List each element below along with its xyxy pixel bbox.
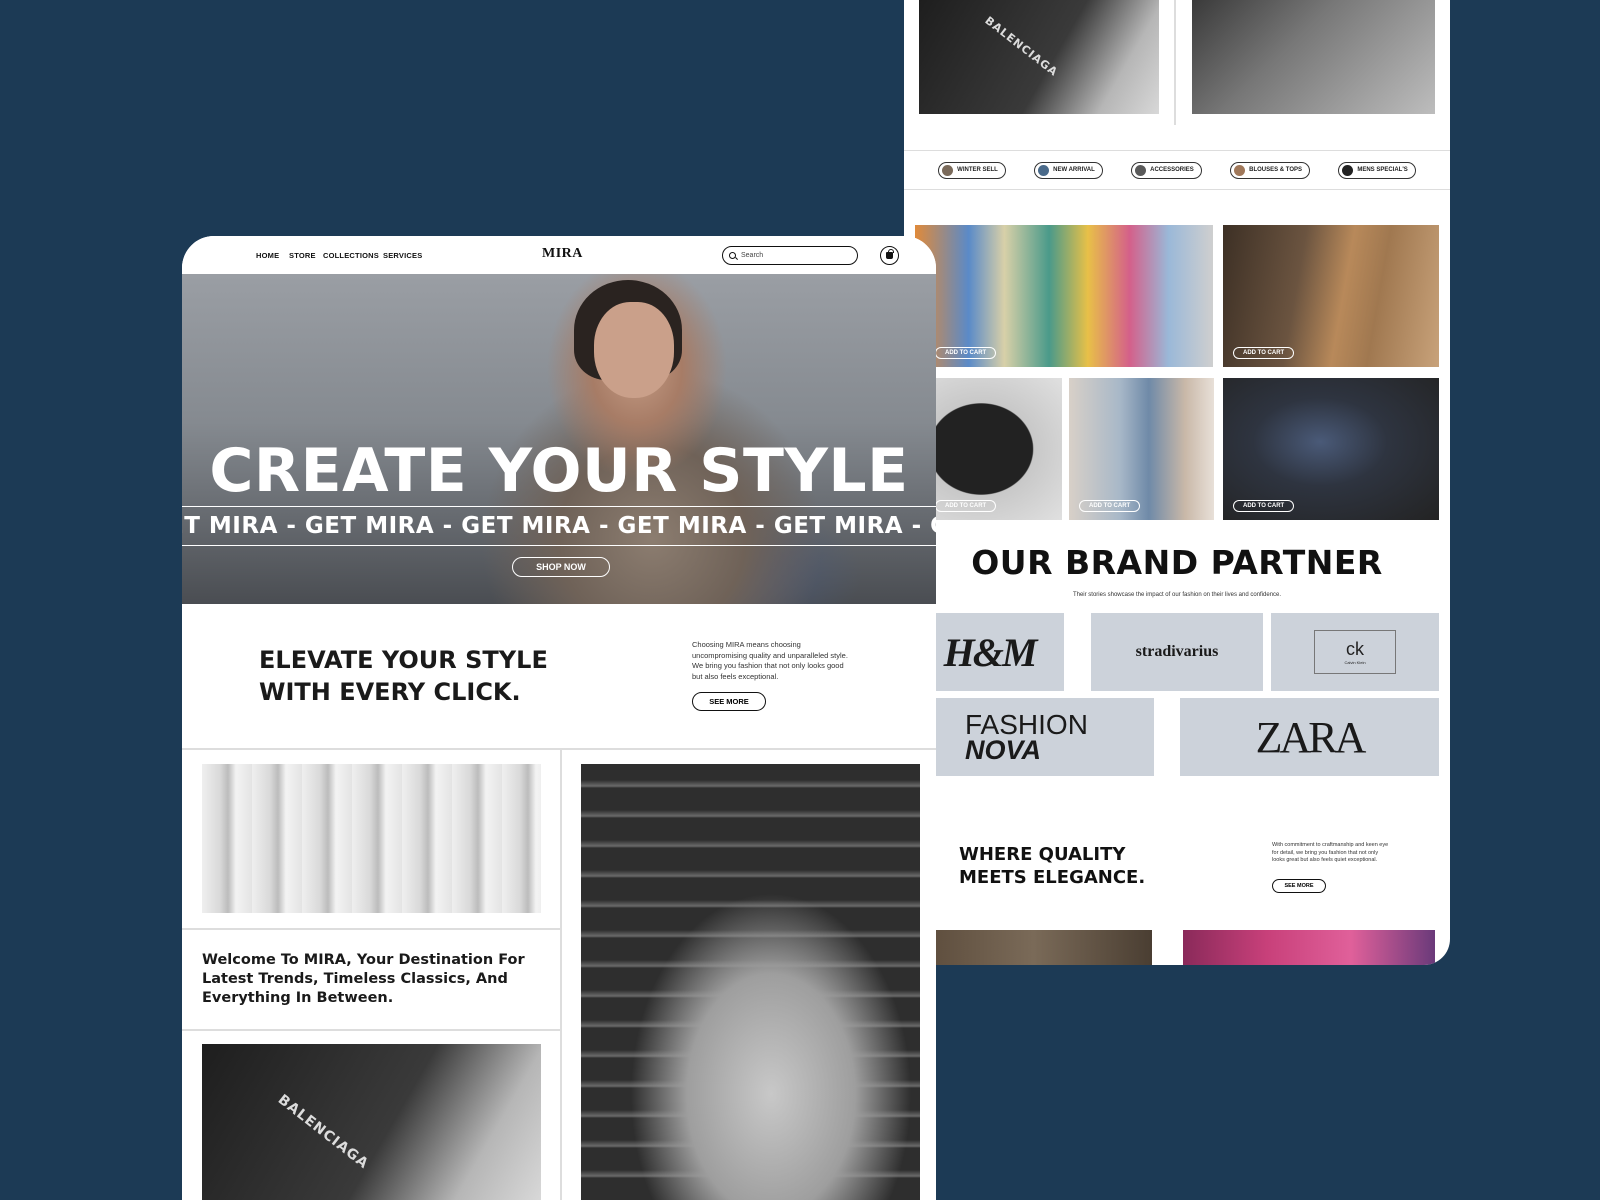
brand-name: H&M xyxy=(943,629,1038,675)
image-balenciaga-shirt[interactable]: BALENCIAGA xyxy=(202,1044,541,1200)
intro-heading-line1: ELEVATE YOUR STYLE xyxy=(259,646,548,674)
image-hoodie-model[interactable] xyxy=(581,764,920,1200)
hero-title: CREATE YOUR STYLE xyxy=(209,436,909,506)
intro-heading: ELEVATE YOUR STYLE WITH EVERY CLICK. xyxy=(259,644,548,708)
add-to-cart-button[interactable]: ADD TO CART xyxy=(1233,500,1295,512)
category-thumb-icon xyxy=(1342,164,1354,176)
add-to-cart-button[interactable]: ADD TO CART xyxy=(1079,500,1141,512)
balenciaga-logo: BALENCIAGA xyxy=(274,1091,372,1173)
nav-home[interactable]: HOME xyxy=(256,251,279,260)
search-placeholder: Search xyxy=(741,252,764,259)
intro-heading-line2: WITH EVERY CLICK. xyxy=(259,678,521,706)
category-label: MENS SPECIAL'S xyxy=(1357,167,1408,173)
quality-heading-line2: MEETS ELEGANCE. xyxy=(959,867,1146,888)
quality-heading: WHERE QUALITY MEETS ELEGANCE. xyxy=(959,843,1145,889)
cart-button[interactable] xyxy=(880,246,899,265)
product-image-accessories[interactable] xyxy=(915,930,1152,965)
category-label: WINTER SELL xyxy=(957,167,998,173)
brand-name: ck xyxy=(1346,639,1364,659)
product-image-streetwear[interactable] xyxy=(1183,930,1435,965)
category-thumb-icon xyxy=(1234,164,1246,176)
quality-description: With commitment to craftmanship and keen… xyxy=(1272,842,1389,863)
product-card-clothes-rack[interactable]: ADD TO CART xyxy=(915,225,1213,367)
brand-subname: Calvin Klein xyxy=(1344,660,1366,665)
marquee-text: ET MIRA - GET MIRA - GET MIRA - GET MIRA… xyxy=(182,513,936,539)
divider xyxy=(182,928,560,930)
secondary-page-panel: BALENCIAGA WINTER SELL NEW ARRIVAL ACCES… xyxy=(904,0,1450,965)
category-accessories[interactable]: ACCESSORIES xyxy=(1131,161,1202,179)
search-icon xyxy=(729,252,736,259)
image-white-clothes-rack[interactable] xyxy=(202,764,541,913)
intro-description: Choosing MIRA means choosing uncompromis… xyxy=(692,640,848,681)
brand-logo-stradivarius[interactable]: stradivarius xyxy=(1091,613,1263,691)
category-thumb-icon xyxy=(1038,164,1050,176)
product-card-denim-jacket[interactable]: ADD TO CART xyxy=(1069,378,1214,520)
ck-logo-box: ck Calvin Klein xyxy=(1314,630,1396,674)
category-label: NEW ARRIVAL xyxy=(1053,167,1095,173)
site-logo[interactable]: MIRA xyxy=(542,246,583,262)
main-page-panel: HOME STORE COLLECTIONS SERVICES MIRA Sea… xyxy=(182,236,936,1200)
product-image-hoodie[interactable] xyxy=(1192,0,1435,114)
divider xyxy=(560,748,562,1200)
add-to-cart-button[interactable]: ADD TO CART xyxy=(935,500,997,512)
category-thumb-icon xyxy=(1135,164,1147,176)
welcome-text: Welcome To MIRA, Your Destination For La… xyxy=(202,952,525,1006)
brand-name-line2: NOVA xyxy=(965,735,1042,765)
category-blouses-tops[interactable]: BLOUSES & TOPS xyxy=(1230,161,1311,179)
add-to-cart-button[interactable]: ADD TO CART xyxy=(935,347,997,359)
hero-banner: CREATE YOUR STYLE ET MIRA - GET MIRA - G… xyxy=(182,274,936,604)
nav-store[interactable]: STORE xyxy=(289,251,316,260)
category-label: BLOUSES & TOPS xyxy=(1249,167,1303,173)
brand-logo-hm[interactable]: H&M xyxy=(915,613,1064,691)
product-card-tshirt[interactable]: ADD TO CART xyxy=(915,378,1062,520)
hero-model-face xyxy=(594,302,674,398)
search-input[interactable]: Search xyxy=(722,246,858,265)
see-more-button[interactable]: SEE MORE xyxy=(1272,879,1326,893)
brand-name: ZARA xyxy=(1255,712,1367,762)
brand-partner-subtitle: Their stories showcase the impact of our… xyxy=(1072,592,1282,598)
quality-heading-line1: WHERE QUALITY xyxy=(959,844,1126,865)
brand-logo-fashion-nova[interactable]: FASHION NOVA xyxy=(915,698,1154,776)
product-card-jeans-sneakers[interactable]: ADD TO CART xyxy=(1223,378,1439,520)
brand-logo-zara[interactable]: ZARA xyxy=(1180,698,1439,776)
category-winter-sell[interactable]: WINTER SELL xyxy=(938,161,1006,179)
divider xyxy=(182,1029,560,1031)
divider xyxy=(1174,0,1176,125)
category-label: ACCESSORIES xyxy=(1150,167,1194,173)
category-mens-specials[interactable]: MENS SPECIAL'S xyxy=(1338,161,1416,179)
divider xyxy=(182,748,936,750)
category-new-arrival[interactable]: NEW ARRIVAL xyxy=(1034,161,1103,179)
brand-partner-title: OUR BRAND PARTNER xyxy=(971,543,1383,582)
category-bar: WINTER SELL NEW ARRIVAL ACCESSORIES BLOU… xyxy=(904,150,1450,190)
balenciaga-logo: BALENCIAGA xyxy=(982,14,1061,79)
marquee-strip: ET MIRA - GET MIRA - GET MIRA - GET MIRA… xyxy=(182,506,936,546)
product-card-trench-coat[interactable]: ADD TO CART xyxy=(1223,225,1439,367)
add-to-cart-button[interactable]: ADD TO CART xyxy=(1233,347,1295,359)
nav-services[interactable]: SERVICES xyxy=(383,251,422,260)
brand-logo-calvin-klein[interactable]: ck Calvin Klein xyxy=(1271,613,1439,691)
brand-name: stradivarius xyxy=(1135,643,1219,660)
top-navigation: HOME STORE COLLECTIONS SERVICES MIRA Sea… xyxy=(182,236,936,274)
shop-now-button[interactable]: SHOP NOW xyxy=(512,557,610,577)
nav-collections[interactable]: COLLECTIONS xyxy=(323,251,379,260)
see-more-button[interactable]: SEE MORE xyxy=(692,692,766,711)
shopping-bag-icon xyxy=(886,249,894,259)
product-image-balenciaga-shirt[interactable]: BALENCIAGA xyxy=(919,0,1159,114)
category-thumb-icon xyxy=(942,164,954,176)
